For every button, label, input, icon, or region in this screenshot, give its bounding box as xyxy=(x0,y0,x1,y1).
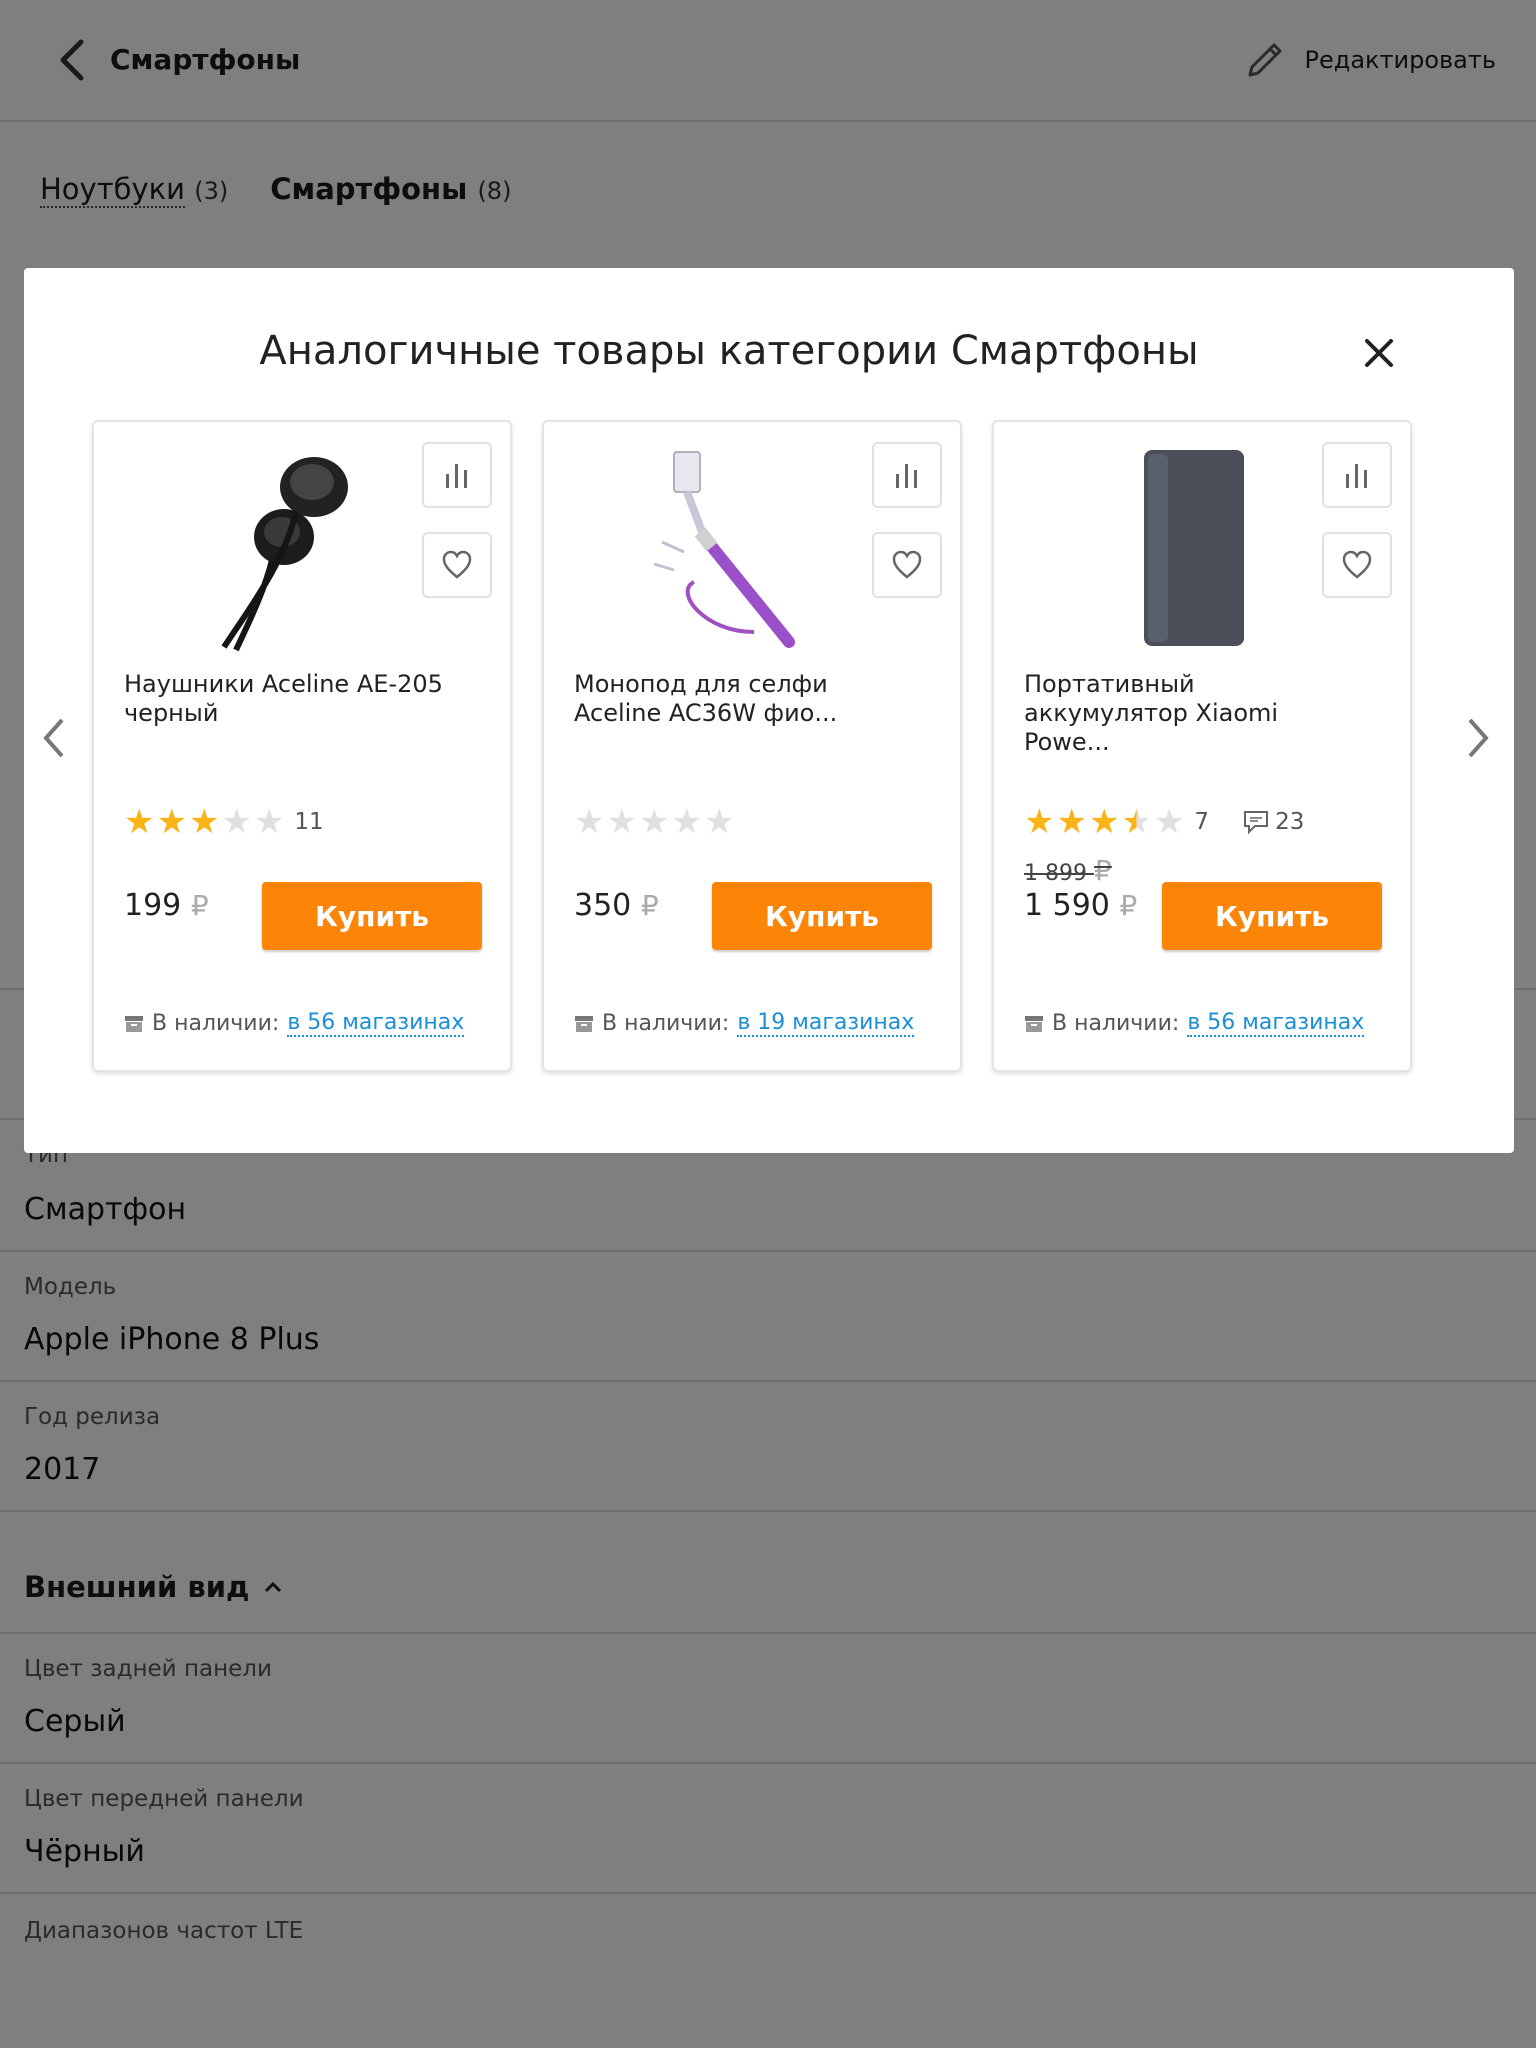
buy-button[interactable]: Купить xyxy=(1162,882,1382,950)
star-icon: ★ xyxy=(221,802,252,842)
ruble-sign: ₽ xyxy=(640,889,659,922)
favorite-button[interactable] xyxy=(1322,532,1392,598)
availability-stores-link[interactable]: в 56 магазинах xyxy=(1187,1010,1365,1037)
product-card[interactable]: Монопод для селфи Aceline AC36W фио... ★… xyxy=(542,420,962,1072)
availability-stores-link[interactable]: в 56 магазинах xyxy=(287,1010,465,1037)
heart-icon xyxy=(892,550,922,579)
availability: В наличии: в 19 магазинах xyxy=(574,1010,915,1037)
stars: ★ ★ ★ ★ ★ xyxy=(574,805,734,839)
stars: ★ ★ ★ ★ ★ xyxy=(1024,805,1184,839)
modal-title: Аналогичные товары категории Смартфоны xyxy=(259,328,1199,374)
star-icon: ★ xyxy=(1056,802,1087,842)
ruble-sign: ₽ xyxy=(1119,889,1138,922)
buy-button[interactable]: Купить xyxy=(262,882,482,950)
availability: В наличии: в 56 магазинах xyxy=(124,1010,465,1037)
star-icon: ★ xyxy=(253,802,285,842)
close-button[interactable] xyxy=(1354,328,1404,378)
ruble-sign: ₽ xyxy=(190,889,209,922)
star-icon: ★ xyxy=(1088,802,1120,842)
product-card[interactable]: Наушники Aceline AE-205 черный ★ ★ ★ ★ ★ 11 … xyxy=(92,420,512,1072)
product-price: 1 590 ₽ xyxy=(1024,886,1137,926)
bar-chart-icon xyxy=(896,464,917,488)
star-icon: ★ xyxy=(574,802,605,842)
rating-count: 7 xyxy=(1194,809,1210,835)
compare-button[interactable] xyxy=(872,442,942,508)
product-name[interactable]: Наушники Aceline AE-205 черный xyxy=(124,670,464,728)
modal-overlay[interactable]: Аналогичные товары категории Смартфоны Н… xyxy=(0,0,1536,2048)
star-icon: ★ xyxy=(188,802,220,842)
buy-button[interactable]: Купить xyxy=(712,882,932,950)
chevron-right-icon xyxy=(1468,718,1489,758)
price-value: 199 xyxy=(124,888,182,923)
product-rating: ★ ★ ★ ★ ★ xyxy=(574,802,734,842)
comment-icon xyxy=(1244,811,1269,834)
star-icon: ★ xyxy=(703,802,735,842)
product-name[interactable]: Портативный аккумулятор Xiaomi Powe... xyxy=(1024,670,1364,757)
product-price: 199 ₽ xyxy=(124,886,209,926)
price-value: 350 xyxy=(574,888,632,923)
bar-chart-icon xyxy=(1346,464,1367,488)
star-icon: ★ xyxy=(156,802,187,842)
store-box-icon xyxy=(125,1015,143,1032)
reviews-link[interactable]: 23 xyxy=(1243,809,1304,835)
product-rating: ★ ★ ★ ★ ★ 7 23 xyxy=(1024,802,1304,842)
product-card[interactable]: Портативный аккумулятор Xiaomi Powe... ★… xyxy=(992,420,1412,1072)
product-rating: ★ ★ ★ ★ ★ 11 xyxy=(124,802,324,842)
product-name[interactable]: Монопод для селфи Aceline AC36W фио... xyxy=(574,670,914,728)
price-value: 1 590 xyxy=(1024,888,1110,923)
star-icon: ★ xyxy=(671,802,702,842)
star-icon: ★ xyxy=(1153,802,1185,842)
compare-button[interactable] xyxy=(1322,442,1392,508)
star-icon: ★ xyxy=(606,802,637,842)
carousel-prev-button[interactable] xyxy=(34,708,74,768)
similar-products-modal: Аналогичные товары категории Смартфоны Н… xyxy=(24,268,1514,1153)
star-icon: ★ xyxy=(1024,802,1055,842)
compare-button[interactable] xyxy=(422,442,492,508)
availability-label: В наличии: xyxy=(1052,1011,1180,1036)
product-image-earphones[interactable] xyxy=(184,442,364,652)
close-icon xyxy=(1365,339,1393,367)
chevron-left-icon xyxy=(43,718,64,758)
availability-label: В наличии: xyxy=(152,1011,280,1036)
favorite-button[interactable] xyxy=(872,532,942,598)
star-icon: ★ xyxy=(638,802,670,842)
availability: В наличии: в 56 магазинах xyxy=(1024,1010,1365,1037)
availability-label: В наличии: xyxy=(602,1011,730,1036)
heart-icon xyxy=(1342,550,1372,579)
star-icon: ★ xyxy=(1121,802,1152,842)
product-price: 350 ₽ xyxy=(574,886,659,926)
star-icon: ★ xyxy=(124,802,155,842)
favorite-button[interactable] xyxy=(422,532,492,598)
ruble-sign: ₽ xyxy=(1093,854,1112,887)
reviews-count: 23 xyxy=(1275,809,1305,835)
carousel-next-button[interactable] xyxy=(1458,708,1498,768)
rating-count: 11 xyxy=(294,809,324,835)
store-box-icon xyxy=(575,1015,593,1032)
old-price: 1 899 ₽ xyxy=(1024,854,1112,887)
bar-chart-icon xyxy=(446,464,467,488)
heart-icon xyxy=(442,550,472,579)
product-image-selfie-stick[interactable] xyxy=(634,442,814,652)
old-price-value: 1 899 xyxy=(1024,861,1087,886)
product-image-power-bank[interactable] xyxy=(1084,442,1264,652)
stars: ★ ★ ★ ★ ★ xyxy=(124,805,284,839)
store-box-icon xyxy=(1025,1015,1043,1032)
availability-stores-link[interactable]: в 19 магазинах xyxy=(737,1010,915,1037)
